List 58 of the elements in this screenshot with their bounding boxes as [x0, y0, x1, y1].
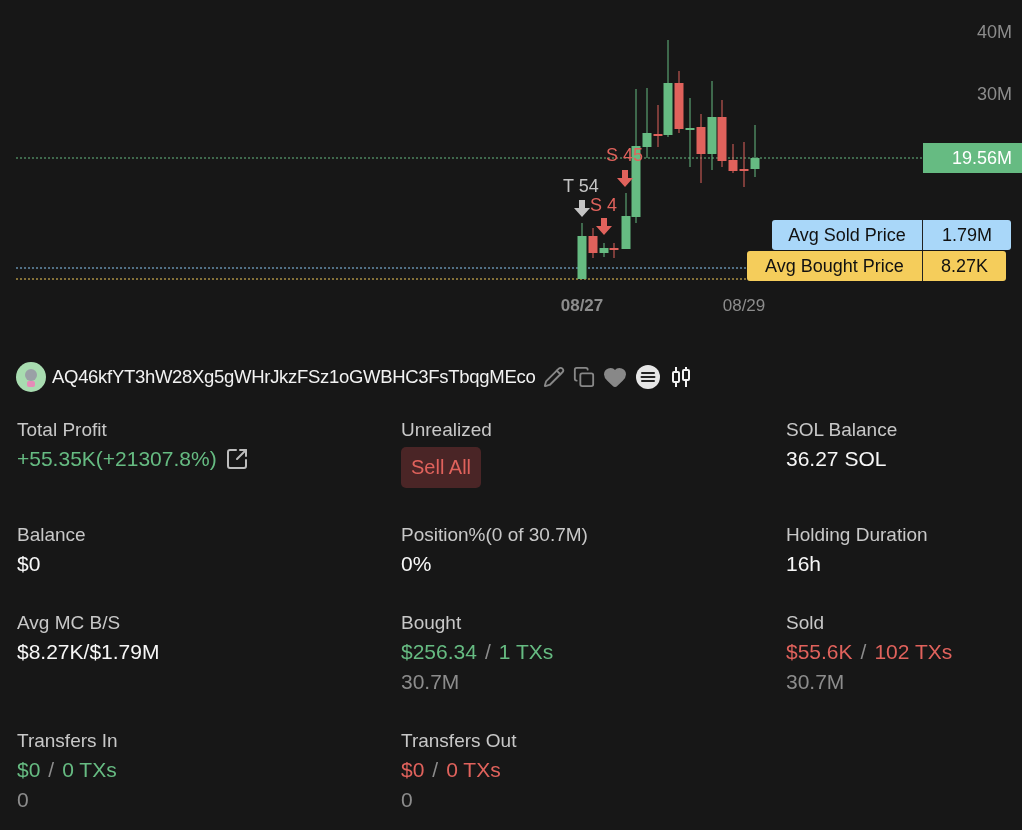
price-tag: 19.56M: [923, 143, 1022, 173]
trade-amount: $55.6K: [786, 640, 853, 664]
stat-value: 16h: [786, 552, 822, 576]
token-amount: 30.7M: [786, 670, 845, 694]
tag-value: 8.27K: [939, 254, 989, 278]
stat-value: +55.35K(+21307.8%): [17, 447, 217, 471]
wallet-address: AQ46kfYT3hW28Xg5gWHrJkzFSz1oGWBHC3FsTbqgMEco: [52, 366, 536, 388]
axis-label: 40M: [977, 21, 1012, 43]
external-link-icon[interactable]: [224, 447, 249, 471]
candle: [696, 113, 706, 184]
stat-label: Balance: [17, 524, 86, 546]
sell-all-button[interactable]: Sell All: [401, 447, 482, 488]
axis-label: 30M: [977, 83, 1012, 105]
trade-amount: $0: [401, 758, 425, 782]
separator: /: [432, 758, 439, 782]
stat-label: SOL Balance: [786, 419, 898, 441]
stat-label: Total Profit: [17, 419, 107, 441]
stat-label: Unrealized: [401, 419, 492, 441]
tag-label: Avg Sold Price: [772, 220, 923, 250]
tx-count: 102 TXs: [874, 640, 953, 664]
down-arrow-icon: [617, 170, 633, 187]
tx-count: 0 TXs: [62, 758, 117, 782]
date-label: 08/27: [560, 296, 604, 316]
trade-marker-label: S 4: [590, 195, 618, 215]
stat-label: Transfers Out: [401, 730, 517, 752]
tx-count: 1 TXs: [498, 640, 554, 664]
stat-label: Avg MC B/S: [17, 612, 121, 634]
stat-label: Bought: [401, 612, 462, 634]
trade-amount: $0: [17, 758, 41, 782]
stat-value: 36.27 SOL: [786, 447, 887, 471]
date-label: 08/29: [722, 296, 766, 316]
trade-marker-label: T 54: [563, 176, 599, 196]
candle: [609, 242, 619, 259]
separator: /: [48, 758, 55, 782]
list-circle-icon[interactable]: [635, 364, 662, 390]
tag-label: Avg Bought Price: [747, 251, 923, 281]
separator: /: [484, 640, 491, 664]
trade-marker-label: S 45: [606, 145, 644, 165]
stat-label: Transfers In: [17, 730, 118, 752]
trade-amount: $256.34: [401, 640, 477, 664]
down-arrow-icon: [596, 218, 612, 235]
heart-icon[interactable]: [603, 365, 628, 389]
stat-label: Position%(0 of 30.7M): [401, 524, 588, 546]
token-amount: 0: [401, 788, 413, 812]
stat-value: $0: [17, 552, 41, 576]
stat-label: Sold: [786, 612, 825, 634]
avatar-icon: [16, 362, 46, 392]
tag-value: 1.79M: [941, 223, 993, 247]
separator: /: [860, 640, 867, 664]
token-amount: 0: [17, 788, 29, 812]
down-arrow-icon: [574, 200, 590, 217]
stat-value: $8.27K/$1.79M: [17, 640, 160, 664]
copy-icon[interactable]: [573, 366, 596, 388]
stat-value: 0%: [401, 552, 432, 576]
edit-icon[interactable]: [543, 366, 566, 388]
stat-label: Holding Duration: [786, 524, 928, 546]
tx-count: 0 TXs: [446, 758, 501, 782]
token-amount: 30.7M: [401, 670, 460, 694]
